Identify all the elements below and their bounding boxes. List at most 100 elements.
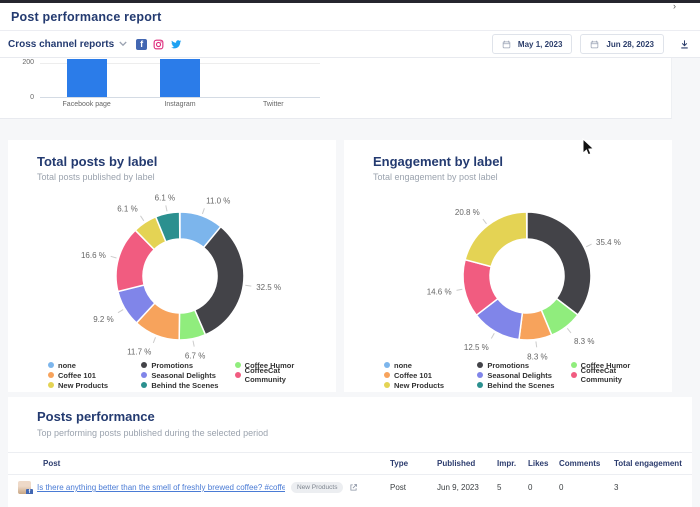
- legend-item[interactable]: New Products: [384, 380, 469, 390]
- posts-by-network-chart-card: 200 0 Facebook pageInstagramTwitter: [0, 58, 672, 119]
- column-header-published[interactable]: Published: [437, 459, 497, 468]
- legend-label: Promotions: [151, 361, 193, 370]
- facebook-network-badge-icon: f: [26, 489, 33, 494]
- chart-legend: noneCoffee 101New Products PromotionsSeas…: [384, 360, 656, 390]
- legend-swatch: [48, 362, 54, 368]
- legend-swatch: [384, 382, 390, 388]
- column-header-comments[interactable]: Comments: [559, 459, 614, 468]
- legend-item[interactable]: none: [48, 360, 133, 370]
- slice-label: 20.8 %: [455, 208, 480, 217]
- slice-connector: [457, 289, 463, 290]
- column-header-type[interactable]: Type: [390, 459, 437, 468]
- legend-swatch: [477, 372, 483, 378]
- legend-label: Coffee 101: [394, 371, 432, 380]
- download-icon: [679, 39, 690, 50]
- column-header-post[interactable]: Post: [43, 459, 390, 468]
- legend-label: Seasonal Delights: [487, 371, 552, 380]
- donut-slice-promotions[interactable]: [527, 212, 591, 315]
- card-title: Engagement by label: [373, 154, 672, 169]
- total-posts-by-label-card: Total posts by label Total posts publish…: [8, 140, 336, 392]
- legend-item[interactable]: New Products: [48, 380, 133, 390]
- legend-swatch: [141, 372, 147, 378]
- app-window: › Post performance report Cross channel …: [0, 0, 700, 501]
- legend-label: Behind the Scenes: [487, 381, 554, 390]
- post-link[interactable]: Is there anything better than the smell …: [37, 483, 285, 492]
- legend-item[interactable]: Behind the Scenes: [477, 380, 562, 390]
- slice-connector: [153, 337, 155, 343]
- slice-label: 6.7 %: [185, 352, 205, 361]
- external-link-icon[interactable]: [349, 483, 358, 492]
- legend-label: Promotions: [487, 361, 529, 370]
- donut-chart-engagement: 35.4 %8.3 %8.3 %12.5 %14.6 %20.8 %: [344, 194, 672, 356]
- legend-item[interactable]: Coffee 101: [384, 370, 469, 380]
- column-header-impressions[interactable]: Impr.: [497, 459, 528, 468]
- table-row: f Is there anything better than the smel…: [8, 475, 692, 500]
- legend-swatch: [477, 362, 483, 368]
- slice-connector: [567, 328, 571, 333]
- legend-label: Seasonal Delights: [151, 371, 216, 380]
- legend-label: none: [58, 361, 76, 370]
- posts-performance-card: Posts performance Top performing posts p…: [8, 397, 692, 507]
- card-title: Total posts by label: [37, 154, 336, 169]
- slice-label: 11.0 %: [206, 197, 230, 206]
- card-subtitle: Total posts published by label: [37, 172, 336, 182]
- card-title: Posts performance: [37, 409, 692, 424]
- bar-facebook-page[interactable]: [67, 59, 107, 98]
- cell-comments: 0: [559, 483, 614, 492]
- mouse-cursor: [582, 138, 594, 156]
- slice-label: 32.5 %: [256, 283, 281, 292]
- legend-item[interactable]: Seasonal Delights: [477, 370, 562, 380]
- x-axis-line: [40, 97, 320, 98]
- column-header-total-engagement[interactable]: Total engagement: [614, 459, 692, 468]
- slice-label: 12.5 %: [464, 343, 489, 352]
- calendar-icon: [502, 40, 511, 49]
- slice-connector: [111, 256, 117, 258]
- column-header-likes[interactable]: Likes: [528, 459, 559, 468]
- slice-connector: [141, 216, 144, 221]
- bar-category-label: Facebook page: [63, 101, 111, 108]
- legend-item[interactable]: Promotions: [141, 360, 226, 370]
- engagement-by-label-card: Engagement by label Total engagement by …: [344, 140, 672, 392]
- chevron-right-icon[interactable]: ›: [673, 2, 676, 11]
- legend-item[interactable]: Promotions: [477, 360, 562, 370]
- date-range-controls: May 1, 2023 Jun 28, 2023: [492, 34, 692, 54]
- report-selector[interactable]: Cross channel reports: [8, 39, 127, 50]
- slice-connector: [245, 285, 251, 286]
- legend-item[interactable]: CoffeeCat Community: [235, 370, 320, 380]
- twitter-icon[interactable]: [170, 39, 182, 50]
- post-thumbnail: f: [18, 481, 31, 494]
- date-to-value: Jun 28, 2023: [606, 40, 654, 49]
- slice-connector: [193, 341, 194, 347]
- instagram-icon[interactable]: [153, 39, 164, 50]
- section-gap: [0, 119, 700, 140]
- date-from-input[interactable]: May 1, 2023: [492, 34, 572, 54]
- legend-item[interactable]: Behind the Scenes: [141, 380, 226, 390]
- legend-item[interactable]: Seasonal Delights: [141, 370, 226, 380]
- channel-icons: f: [136, 39, 182, 50]
- legend-swatch: [48, 372, 54, 378]
- post-cell: f Is there anything better than the smel…: [18, 481, 390, 494]
- facebook-icon[interactable]: f: [136, 39, 147, 50]
- slice-connector: [166, 205, 167, 211]
- date-from-value: May 1, 2023: [518, 40, 562, 49]
- cell-impressions: 5: [497, 483, 528, 492]
- cell-published: Jun 9, 2023: [437, 483, 497, 492]
- card-subtitle: Top performing posts published during th…: [37, 428, 692, 438]
- legend-item[interactable]: Coffee 101: [48, 370, 133, 380]
- chevron-down-icon: [119, 41, 127, 47]
- cell-likes: 0: [528, 483, 559, 492]
- legend-item[interactable]: CoffeeCat Community: [571, 370, 656, 380]
- slice-label: 8.3 %: [574, 337, 594, 346]
- legend-swatch: [384, 372, 390, 378]
- download-button[interactable]: [679, 39, 690, 50]
- legend-item[interactable]: none: [384, 360, 469, 370]
- legend-swatch: [48, 382, 54, 388]
- donut-slice-new-products[interactable]: [465, 212, 527, 267]
- chart-legend: noneCoffee 101New Products PromotionsSeas…: [48, 360, 320, 390]
- slice-connector: [536, 341, 537, 347]
- label-charts-row: Total posts by label Total posts publish…: [8, 140, 700, 392]
- bar-instagram[interactable]: [160, 59, 200, 98]
- legend-swatch: [141, 362, 147, 368]
- date-to-input[interactable]: Jun 28, 2023: [580, 34, 664, 54]
- legend-label: CoffeeCat Community: [581, 366, 656, 384]
